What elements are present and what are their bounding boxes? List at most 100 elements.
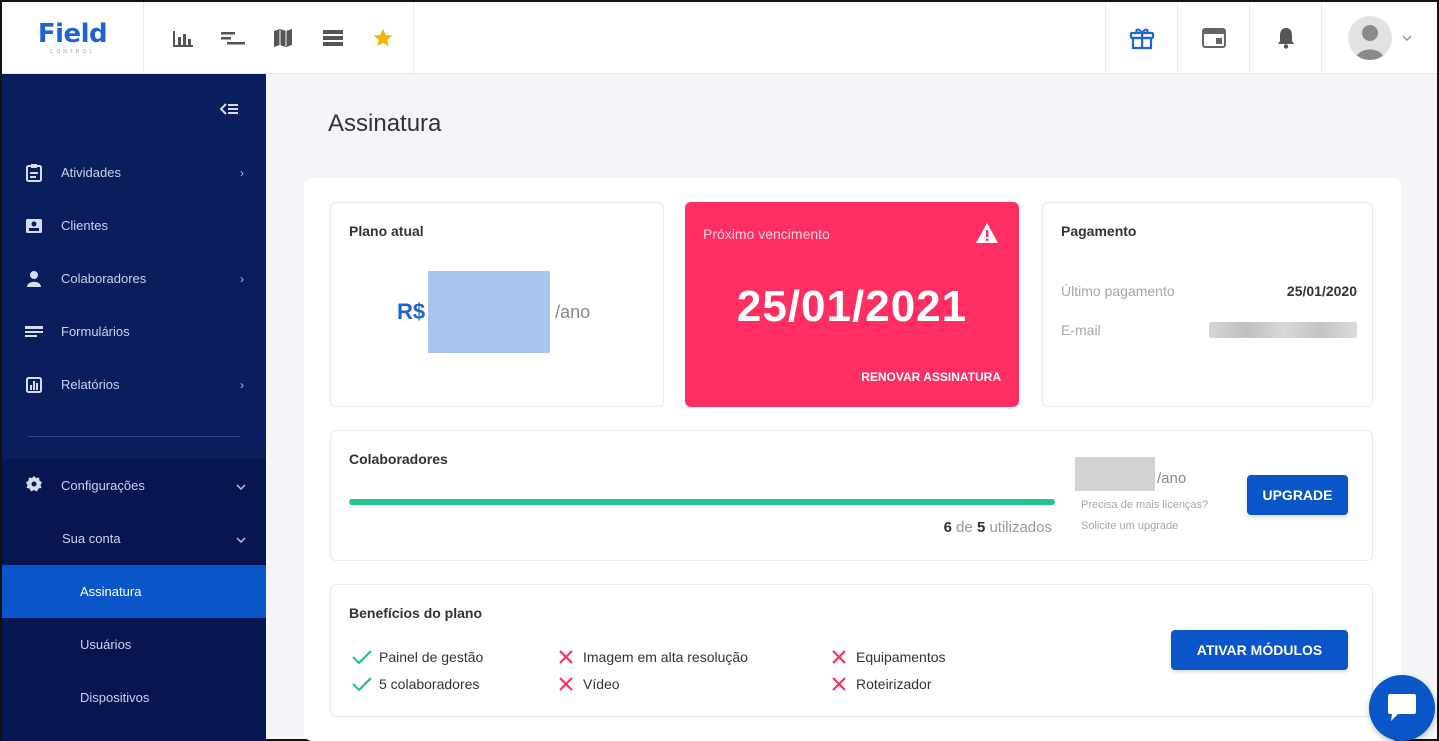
gift-icon	[1129, 28, 1154, 50]
sidebar-item-clientes[interactable]: Clientes	[2, 199, 266, 252]
gift-button[interactable]	[1105, 2, 1177, 74]
plan-price: R$ /ano	[397, 271, 590, 353]
map-icon[interactable]	[258, 2, 308, 74]
price-period: /ano	[555, 301, 591, 322]
sidebar: Atividades › Clientes Colaboradores › Fo…	[2, 74, 266, 741]
cross-icon	[555, 649, 577, 665]
sidebar-item-label: Atividades	[61, 165, 121, 180]
chevron-down-icon	[236, 531, 246, 546]
clipboard-icon	[25, 163, 43, 182]
form-icon	[25, 323, 43, 341]
sidebar-item-relatorios[interactable]: Relatórios ›	[2, 358, 266, 411]
last-payment-value: 25/01/2020	[1286, 283, 1357, 299]
license-price: /ano	[1075, 457, 1186, 491]
sidebar-item-label: Usuários	[80, 637, 132, 652]
sidebar-item-sua-conta[interactable]: Sua conta	[2, 512, 266, 565]
chevron-right-icon: ›	[240, 271, 244, 286]
current-plan-title: Plano atual	[349, 223, 424, 239]
check-icon	[351, 677, 373, 691]
gantt-icon[interactable]	[208, 2, 258, 74]
license-help-text: Precisa de mais licenças? Solicite um up…	[1081, 495, 1208, 537]
price-currency: R$	[397, 299, 426, 324]
cross-icon	[828, 649, 850, 665]
notifications-button[interactable]	[1249, 2, 1321, 74]
check-icon	[351, 650, 373, 664]
email-redacted	[1209, 322, 1357, 338]
gear-icon	[26, 476, 42, 495]
list-icon[interactable]	[308, 2, 358, 74]
renew-subscription-link[interactable]: RENOVAR ASSINATURA	[861, 370, 1001, 384]
chevron-down-icon	[1401, 35, 1412, 41]
logo-subtext: CONTROL	[49, 49, 96, 55]
benefit-label: Painel de gestão	[379, 649, 484, 665]
sidebar-item-label: Formulários	[61, 324, 130, 339]
price-redacted	[428, 271, 551, 353]
license-help-line1: Precisa de mais licenças?	[1081, 499, 1209, 511]
activate-modules-button[interactable]: ATIVAR MÓDULOS	[1171, 630, 1348, 670]
next-due-card: Próximo vencimento 25/01/2021 RENOVAR AS…	[685, 202, 1019, 407]
sidebar-item-assinatura[interactable]: Assinatura	[2, 565, 266, 618]
collaborators-card: Colaboradores 6 de 5 utilizados /ano Pre…	[330, 430, 1373, 561]
page-title: Assinatura	[328, 110, 442, 137]
last-payment-label: Último pagamento	[1061, 283, 1175, 299]
sidebar-item-label: Dispositivos	[80, 690, 150, 705]
sidebar-item-label: Colaboradores	[61, 271, 147, 286]
payment-title: Pagamento	[1061, 223, 1137, 239]
collapse-sidebar-icon[interactable]	[219, 102, 238, 121]
report-icon	[25, 376, 43, 394]
benefit-label: Vídeo	[583, 676, 620, 692]
user-menu[interactable]	[1321, 2, 1437, 74]
sidebar-item-dispositivos[interactable]: Dispositivos	[2, 671, 266, 724]
benefits-title: Benefícios do plano	[349, 605, 483, 621]
bar-chart-icon[interactable]	[158, 2, 208, 74]
license-help-line2: Solicite um upgrade	[1081, 520, 1179, 532]
licenses-progress-bar	[349, 499, 1055, 505]
upgrade-button[interactable]: UPGRADE	[1247, 475, 1348, 515]
chevron-right-icon: ›	[240, 377, 244, 392]
benefit-item: 5 colaboradores	[351, 676, 479, 692]
licenses-used-suffix: utilizados	[989, 519, 1052, 536]
license-price-period: /ano	[1157, 469, 1187, 487]
next-due-date: 25/01/2021	[736, 282, 968, 331]
benefit-item: Equipamentos	[828, 649, 946, 665]
chevron-down-icon	[236, 478, 246, 493]
licenses-total: 5	[976, 519, 986, 536]
bell-icon	[1277, 28, 1294, 49]
top-bar: Field CONTROL	[2, 2, 1437, 74]
benefit-label: 5 colaboradores	[379, 676, 480, 692]
sidebar-item-label: Relatórios	[61, 377, 120, 392]
sidebar-item-usuarios[interactable]: Usuários	[2, 618, 266, 671]
star-icon[interactable]	[358, 2, 408, 74]
user-icon	[25, 270, 43, 288]
benefit-item: Painel de gestão	[351, 649, 483, 665]
current-plan-card: Plano atual R$ /ano	[330, 202, 664, 407]
warning-icon	[975, 222, 999, 249]
chevron-right-icon: ›	[240, 165, 244, 180]
sidebar-item-label: Configurações	[61, 478, 145, 493]
sidebar-item-configuracoes[interactable]: Configurações	[2, 459, 266, 512]
license-price-redacted	[1075, 457, 1155, 491]
calendar-window-icon	[1201, 28, 1226, 48]
logo[interactable]: Field CONTROL	[2, 2, 144, 74]
licenses-used: 6	[943, 519, 952, 536]
sidebar-item-label: Clientes	[61, 218, 108, 233]
next-due-label: Próximo vencimento	[703, 226, 830, 242]
cross-icon	[828, 676, 850, 692]
benefit-item: Vídeo	[555, 676, 620, 692]
licenses-of: de	[956, 519, 973, 536]
settings-section: Configurações Sua conta Assinatura Usuár…	[2, 459, 266, 741]
sidebar-item-label: Assinatura	[80, 584, 142, 599]
sidebar-item-colaboradores[interactable]: Colaboradores ›	[2, 252, 266, 305]
sidebar-item-atividades[interactable]: Atividades ›	[2, 146, 266, 199]
avatar	[1347, 16, 1392, 60]
licenses-progress-fill	[349, 499, 1055, 505]
calendar-window-button[interactable]	[1177, 2, 1249, 74]
benefit-item: Roteirizador	[828, 676, 931, 692]
email-label: E-mail	[1061, 322, 1101, 338]
email-row: E-mail	[1061, 322, 1357, 338]
benefit-item: Imagem em alta resolução	[555, 649, 748, 665]
benefit-label: Imagem em alta resolução	[583, 649, 748, 665]
sidebar-item-formularios[interactable]: Formulários	[2, 305, 266, 358]
chat-button[interactable]	[1369, 675, 1435, 741]
